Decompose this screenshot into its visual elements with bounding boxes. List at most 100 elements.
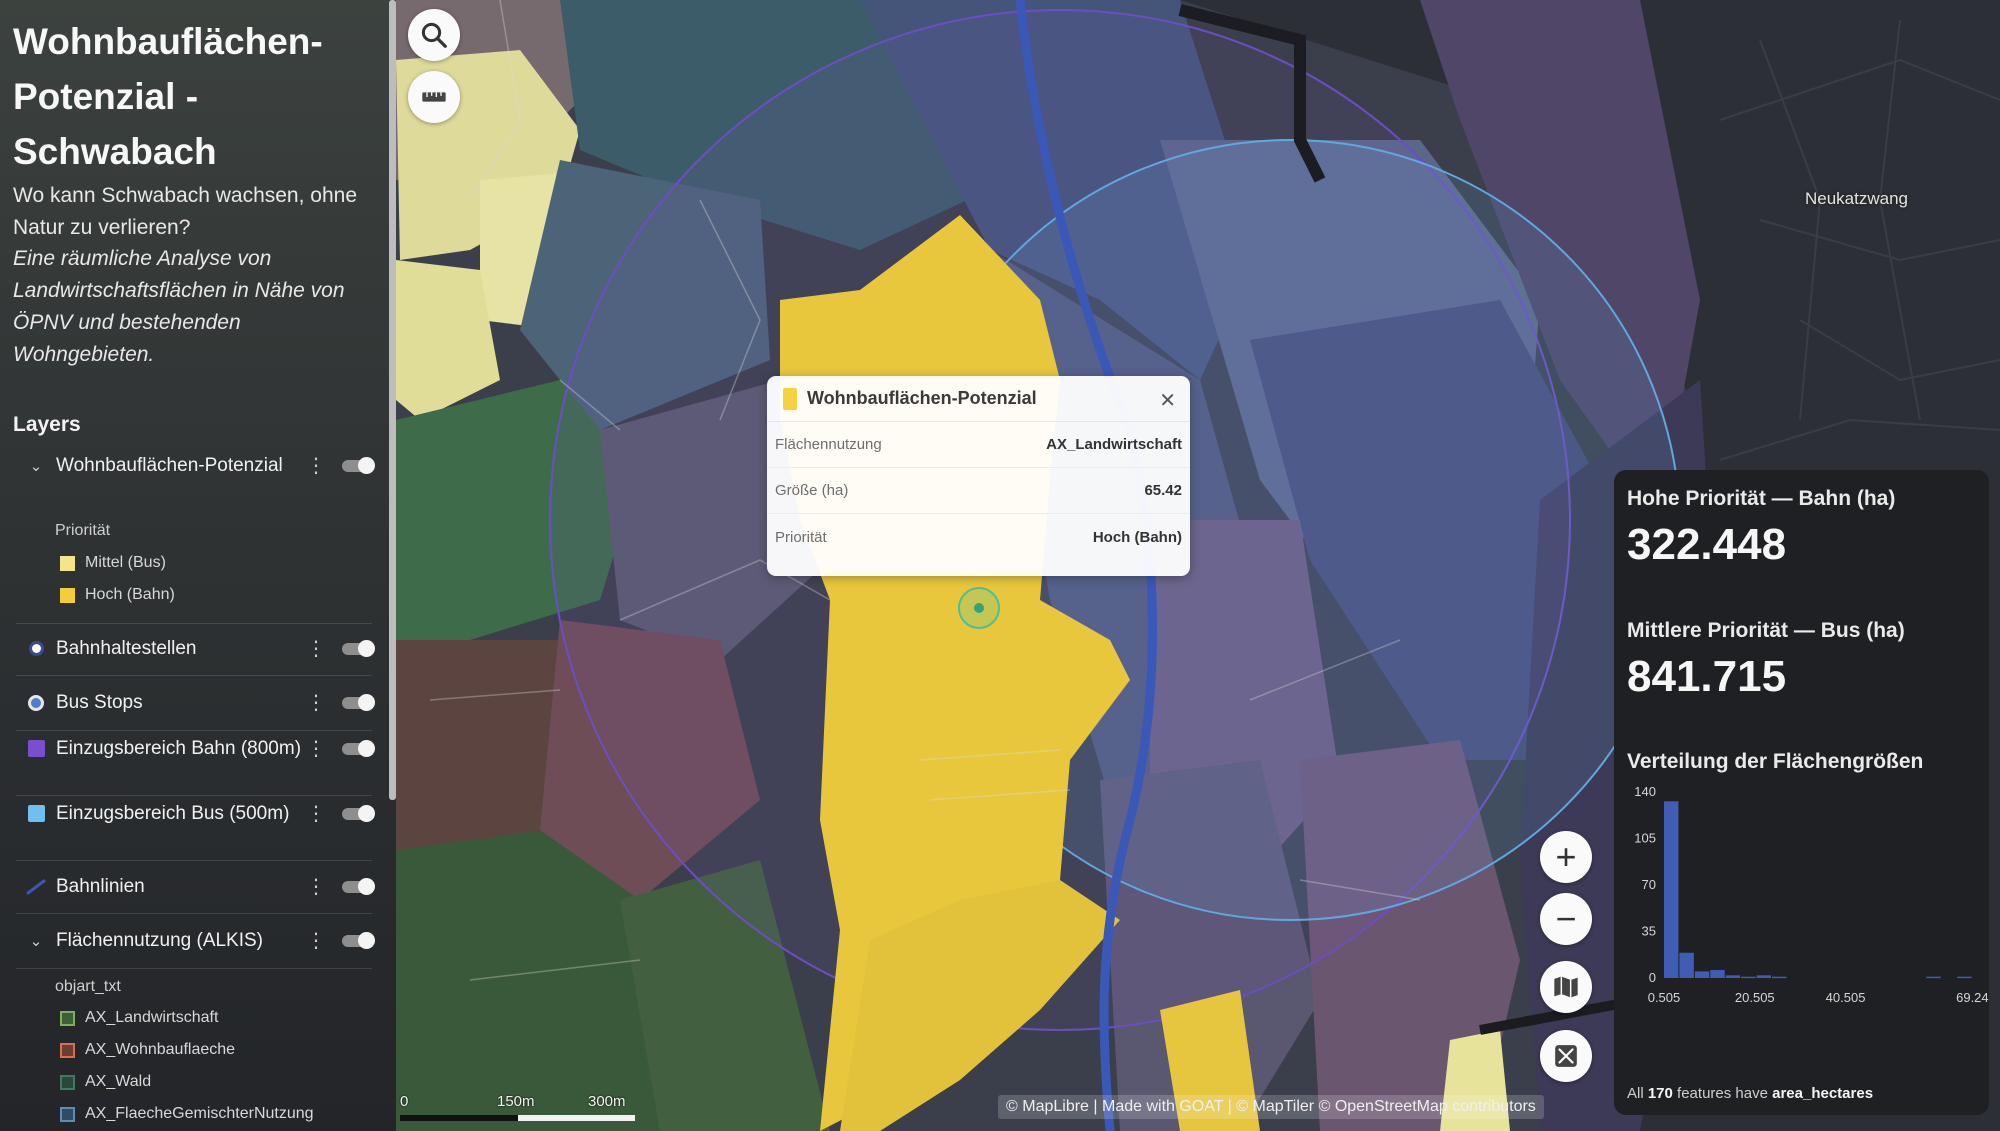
feature-popup: Wohnbauflächen-Potenzial ✕ Flächennutzun…	[767, 376, 1190, 576]
layers-heading: Layers	[13, 413, 81, 436]
popup-key: Größe (ha)	[775, 482, 849, 499]
stat-mid-label: Mittlere Priorität — Bus (ha)	[1627, 619, 1905, 642]
histogram-bar[interactable]	[1725, 975, 1741, 978]
layer-toggle[interactable]	[342, 931, 375, 949]
fullscreen-button[interactable]	[1540, 1030, 1592, 1082]
histogram-bar[interactable]	[1926, 976, 1941, 979]
zoom-out-button[interactable]: −	[1540, 893, 1592, 945]
popup-key: Flächennutzung	[775, 436, 882, 453]
layer-einzugsbereich-bahn[interactable]: Einzugsbereich Bahn (800m) ⋮	[16, 735, 375, 762]
popup-row: Flächennutzung AX_Landwirtschaft	[767, 422, 1190, 468]
footer-field: area_hectares	[1772, 1085, 1874, 1102]
legend-label: AX_Wald	[85, 1073, 152, 1090]
chevron-down-icon[interactable]: ⌄	[30, 932, 43, 950]
popup-row: Priorität Hoch (Bahn)	[767, 514, 1190, 560]
more-options-icon[interactable]: ⋮	[304, 690, 328, 715]
page-title: Wohnbauflächen-Potenzial - Schwabach	[13, 21, 323, 172]
popup-value: Hoch (Bahn)	[1092, 528, 1182, 546]
legend-label: Mittel (Bus)	[85, 554, 166, 571]
line-icon	[26, 879, 46, 894]
legend-item-flaeche-gemischt: AX_FlaecheGemischterNutzung	[60, 1105, 314, 1123]
divider	[16, 730, 372, 731]
scale-bar: 0 150m 300m	[400, 1093, 635, 1123]
layer-bus-stops[interactable]: Bus Stops ⋮	[16, 689, 375, 716]
histogram-bar[interactable]	[1710, 970, 1725, 978]
histogram-bar[interactable]	[1694, 971, 1710, 978]
chevron-down-icon[interactable]: ⌄	[30, 457, 43, 475]
plus-icon: +	[1555, 836, 1577, 877]
search-icon	[421, 22, 447, 48]
histogram-chart: 0 35 70 105 140 0.505 20.505 40.505 69.243	[1634, 784, 1989, 1005]
layer-name: Bahnlinien	[56, 876, 145, 897]
layer-toggle[interactable]	[342, 693, 375, 711]
layer-name: Wohnbauflächen-Potenzial	[56, 455, 283, 476]
place-label-neukatzwang: Neukatzwang	[1805, 189, 1909, 208]
zoom-in-button[interactable]: +	[1540, 831, 1592, 883]
x-tick-label: 40.505	[1826, 990, 1866, 1005]
ruler-icon	[422, 92, 446, 102]
layer-name: Bahnhaltestellen	[56, 638, 197, 659]
measure-button[interactable]	[408, 71, 460, 123]
histogram-bar[interactable]	[1756, 975, 1772, 978]
more-options-icon[interactable]: ⋮	[304, 874, 328, 899]
x-tick-label: 0.505	[1648, 990, 1681, 1005]
popup-row: Größe (ha) 65.42	[767, 468, 1190, 514]
layer-wohnbauflaechen-potenzial[interactable]: ⌄ Wohnbauflächen-Potenzial ⋮	[16, 452, 375, 479]
layer-flaechennutzung-alkis[interactable]: ⌄ Flächennutzung (ALKIS) ⋮	[16, 927, 375, 954]
scale-segment-dark	[400, 1115, 518, 1121]
circle-white-icon	[28, 641, 44, 656]
minus-icon: −	[1555, 898, 1577, 939]
popup-title: Wohnbauflächen-Potenzial	[807, 388, 1037, 408]
sidebar-scrollbar[interactable]	[389, 0, 396, 800]
search-button[interactable]	[408, 9, 460, 61]
layer-name: Flächennutzung (ALKIS)	[56, 930, 264, 951]
divider	[16, 675, 372, 676]
layer-toggle[interactable]	[342, 639, 375, 657]
legend-swatch	[60, 555, 75, 571]
layer-toggle[interactable]	[342, 877, 375, 895]
histogram-bar[interactable]	[1772, 976, 1787, 979]
x-tick-label: 69.243	[1956, 990, 1989, 1005]
y-tick-label: 35	[1642, 924, 1656, 939]
histogram-bar[interactable]	[1679, 952, 1694, 978]
basemap-button[interactable]	[1540, 961, 1592, 1013]
popup-header: Wohnbauflächen-Potenzial	[767, 376, 1190, 422]
divider	[16, 795, 372, 796]
layer-toggle[interactable]	[342, 739, 375, 757]
stats-footer: All 170 features have area_hectares	[1627, 1085, 1873, 1102]
more-options-icon[interactable]: ⋮	[304, 636, 328, 661]
page-description: Eine räumliche Analyse von Landwirtschaf…	[13, 247, 345, 366]
stat-high-value: 322.448	[1627, 520, 1787, 569]
legend-item-wald: AX_Wald	[60, 1073, 151, 1091]
x-tick-label: 20.505	[1735, 990, 1775, 1005]
more-options-icon[interactable]: ⋮	[304, 928, 328, 953]
layer-toggle[interactable]	[342, 804, 375, 822]
y-tick-label: 70	[1642, 877, 1656, 892]
scale-segment-light	[518, 1115, 635, 1121]
legend-label: AX_Landwirtschaft	[85, 1009, 219, 1026]
layer-bahnlinien[interactable]: Bahnlinien ⋮	[16, 873, 375, 900]
popup-swatch	[783, 387, 797, 410]
close-icon[interactable]: ✕	[1159, 388, 1176, 413]
popup-key: Priorität	[775, 528, 827, 546]
legend-item-mittel-bus: Mittel (Bus)	[60, 554, 166, 572]
legend-swatch	[60, 1074, 75, 1090]
histogram-bar[interactable]	[1741, 976, 1756, 979]
sidebar: Wohnbauflächen-Potenzial - Schwabach Wo …	[0, 0, 396, 1131]
histogram-bar[interactable]	[1957, 976, 1972, 979]
histogram-bar[interactable]	[1664, 801, 1679, 978]
layer-einzugsbereich-bus[interactable]: Einzugsbereich Bus (500m) ⋮	[16, 800, 375, 827]
app-root: Neukatzwang Wohnbauflächen-Potenzial - S…	[0, 0, 2000, 1131]
layer-bahnhaltestellen[interactable]: Bahnhaltestellen ⋮	[16, 635, 375, 662]
more-options-icon[interactable]: ⋮	[304, 801, 328, 826]
map-attribution[interactable]: © MapLibre | Made with GOAT | © MapTiler…	[998, 1095, 1544, 1119]
divider	[16, 913, 372, 914]
fullscreen-icon	[1555, 1045, 1577, 1067]
y-tick-label: 140	[1634, 784, 1656, 799]
layer-toggle[interactable]	[342, 456, 375, 474]
more-options-icon[interactable]: ⋮	[304, 453, 328, 478]
page-subtitle: Wo kann Schwabach wachsen, ohne Natur zu…	[13, 184, 357, 239]
divider	[16, 968, 372, 969]
more-options-icon[interactable]: ⋮	[304, 736, 328, 761]
footer-mid: features have	[1677, 1085, 1768, 1102]
